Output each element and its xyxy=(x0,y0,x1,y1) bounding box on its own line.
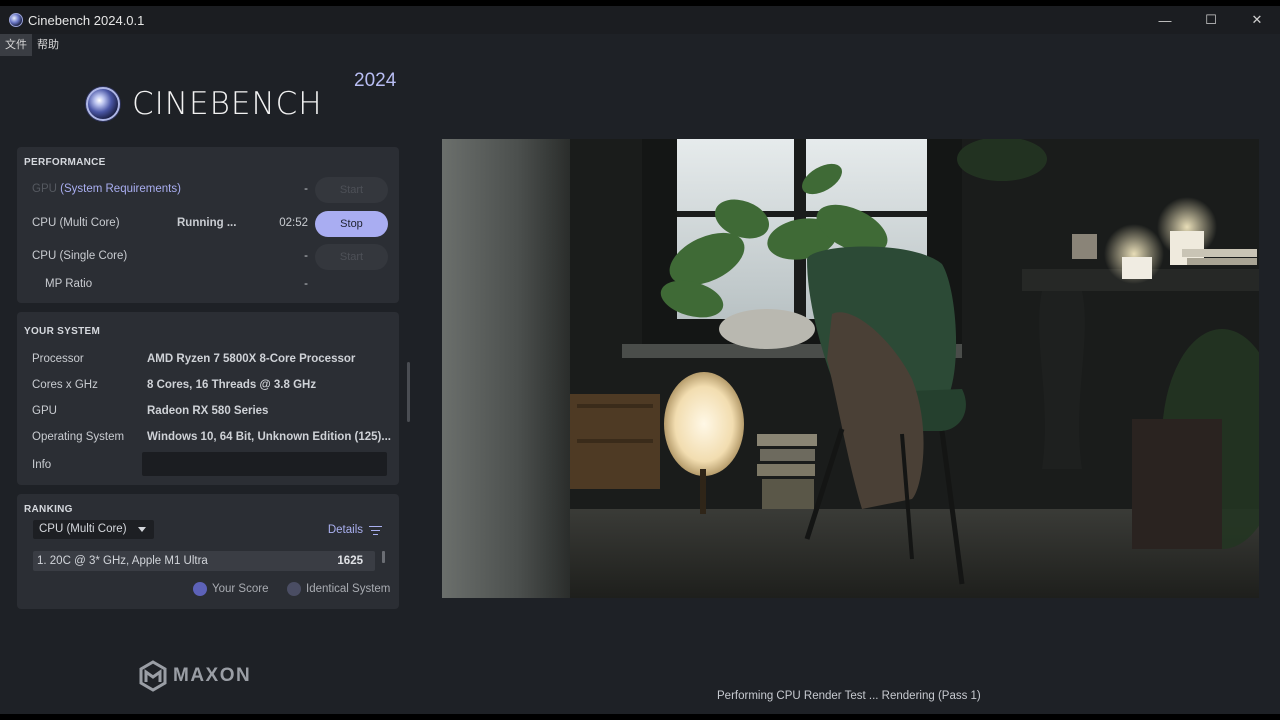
legend-your-score: Your Score xyxy=(193,582,268,596)
ranking-title: RANKING xyxy=(24,504,73,515)
system-requirements-link[interactable]: (System Requirements) xyxy=(60,183,181,195)
system-value: Radeon RX 580 Series xyxy=(147,405,269,417)
minimize-button[interactable]: — xyxy=(1142,6,1188,34)
logo-wordmark: CINEBENCH xyxy=(132,86,323,122)
maxon-hexagon-icon xyxy=(139,660,167,692)
cpu-multi-stop-button[interactable]: Stop xyxy=(315,211,388,237)
ranking-select-value: CPU (Multi Core) xyxy=(39,523,127,535)
system-key: Processor xyxy=(32,353,84,365)
gpu-row: GPU (System Requirements) - Start xyxy=(32,177,388,203)
cpu-multi-label: CPU (Multi Core) xyxy=(32,217,120,229)
system-key: Cores x GHz xyxy=(32,379,98,391)
cpu-single-row: CPU (Single Core) - Start xyxy=(32,244,388,270)
your-score-dot-icon xyxy=(193,582,207,596)
maxon-logo: MAXON xyxy=(139,660,251,692)
render-viewport xyxy=(442,139,1259,598)
info-field[interactable] xyxy=(142,452,387,476)
system-value: 8 Cores, 16 Threads @ 3.8 GHz xyxy=(147,379,317,391)
performance-panel: PERFORMANCE GPU (System Requirements) - … xyxy=(17,147,399,303)
cpu-single-start-button[interactable]: Start xyxy=(315,244,388,270)
menu-bar: 文件 帮助 xyxy=(0,34,64,56)
ranking-category-select[interactable]: CPU (Multi Core) xyxy=(33,520,154,539)
filter-icon xyxy=(369,525,382,535)
cinebench-logo: CINEBENCH xyxy=(86,86,323,122)
logo-year: 2024 xyxy=(354,70,397,91)
ranking-panel: RANKING CPU (Multi Core) Details 1. 20C … xyxy=(17,494,399,609)
menu-help[interactable]: 帮助 xyxy=(32,34,64,56)
cpu-single-value: - xyxy=(304,250,308,262)
ranking-entry[interactable]: 1. 20C @ 3* GHz, Apple M1 Ultra 1625 xyxy=(33,551,375,571)
maximize-button[interactable]: ☐ xyxy=(1188,6,1234,34)
ranking-scrollbar[interactable] xyxy=(382,551,385,563)
details-label: Details xyxy=(327,524,363,536)
mp-ratio-row: MP Ratio - xyxy=(32,272,388,298)
system-value: Windows 10, 64 Bit, Unknown Edition (125… xyxy=(147,431,391,443)
app-window: Cinebench 2024.0.1 — ☐ ✕ 文件 帮助 CINEBENCH… xyxy=(0,6,1280,714)
cpu-multi-status: Running ... xyxy=(177,217,237,229)
legend-identical-system: Identical System xyxy=(287,582,390,596)
system-key: Operating System xyxy=(32,431,125,443)
close-button[interactable]: ✕ xyxy=(1234,6,1280,34)
system-key: GPU xyxy=(32,405,57,417)
ranking-entry-score: 1625 xyxy=(337,555,363,567)
left-scrollbar[interactable] xyxy=(407,362,410,422)
system-key: Info xyxy=(32,459,52,471)
identical-system-dot-icon xyxy=(287,582,301,596)
maxon-wordmark: MAXON xyxy=(173,665,252,686)
legend-identical-label: Identical System xyxy=(306,583,391,595)
system-value: AMD Ryzen 7 5800X 8-Core Processor xyxy=(147,353,356,365)
gpu-value: - xyxy=(304,183,308,195)
system-title: YOUR SYSTEM xyxy=(24,326,101,337)
window-title: Cinebench 2024.0.1 xyxy=(28,12,145,28)
cinebench-sphere-icon xyxy=(86,87,120,121)
system-panel: YOUR SYSTEM Processor AMD Ryzen 7 5800X … xyxy=(17,312,399,485)
gpu-label: GPU xyxy=(32,183,57,195)
chevron-down-icon xyxy=(138,527,146,532)
cinebench-app-icon xyxy=(9,13,23,27)
menu-file[interactable]: 文件 xyxy=(0,34,32,56)
performance-title: PERFORMANCE xyxy=(24,157,106,168)
title-bar: Cinebench 2024.0.1 — ☐ ✕ xyxy=(0,6,1280,34)
cpu-multi-timer: 02:52 xyxy=(279,217,308,229)
cpu-single-label: CPU (Single Core) xyxy=(32,250,128,262)
details-button[interactable]: Details xyxy=(328,524,382,536)
mp-ratio-value: - xyxy=(304,278,308,290)
render-status: Performing CPU Render Test ... Rendering… xyxy=(717,690,981,702)
legend-your-label: Your Score xyxy=(212,583,269,595)
render-scene-image xyxy=(442,139,1259,598)
cpu-multi-row: CPU (Multi Core) Running ... 02:52 Stop xyxy=(32,211,388,237)
mp-ratio-label: MP Ratio xyxy=(45,278,93,290)
window-controls: — ☐ ✕ xyxy=(1142,6,1280,34)
ranking-entry-name: 1. 20C @ 3* GHz, Apple M1 Ultra xyxy=(37,555,208,567)
gpu-start-button[interactable]: Start xyxy=(315,177,388,203)
